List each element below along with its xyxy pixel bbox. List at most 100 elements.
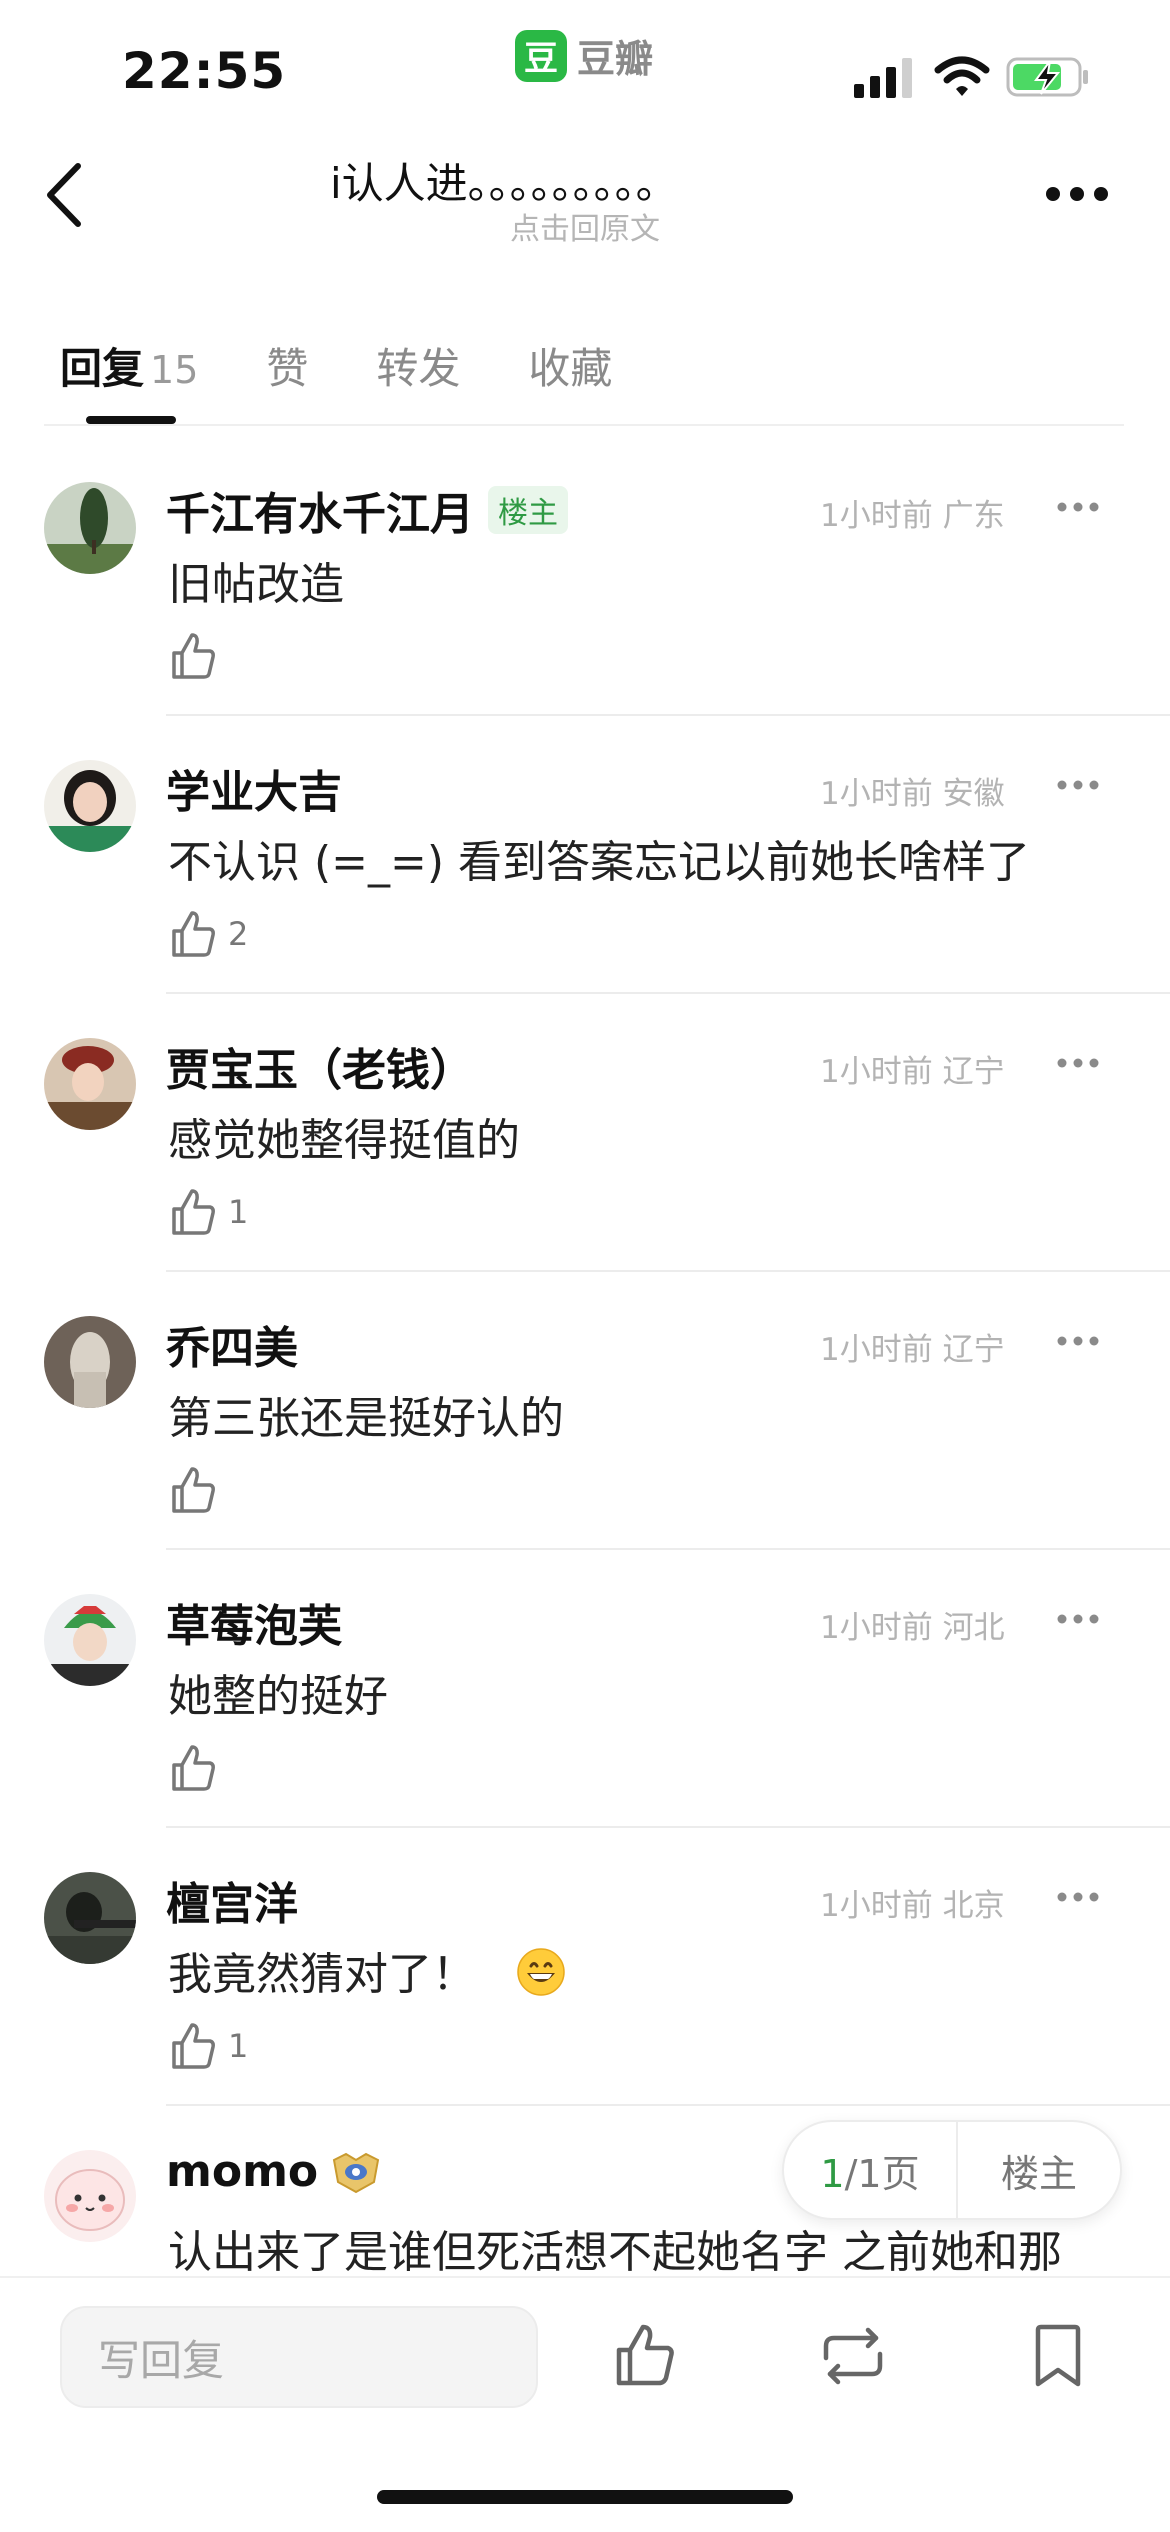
author-name[interactable]: 贾宝玉（老钱） <box>166 1034 474 1098</box>
comment-location: 安徽 <box>942 776 1005 812</box>
comment-location: 河北 <box>942 1610 1005 1646</box>
avatar[interactable] <box>44 1872 136 1964</box>
signal-icon <box>854 58 912 98</box>
avatar[interactable] <box>44 2150 136 2242</box>
like-count: 1 <box>228 2027 249 2065</box>
author-label: 学业大吉 <box>166 767 342 818</box>
like-button[interactable]: 1 <box>170 1186 248 1238</box>
comment-text: 我竟然猜对了！ <box>168 1938 566 2002</box>
thumbs-up-icon <box>172 2023 215 2069</box>
tab-likes[interactable]: 赞 <box>266 335 308 396</box>
total-pages: /1页 <box>844 2151 920 2196</box>
comment-item: 学业大吉 1小时前 安徽 不认识 (=_=) 看到答案忘记以前她长啥样了 2 <box>0 716 1170 994</box>
page-title: i认人进。。。。。。。。。 <box>330 159 678 208</box>
comment-location: 广东 <box>942 498 1005 534</box>
comment-item: 千江有水千江月 楼主 1小时前 广东 旧帖改造 <box>0 438 1170 716</box>
pager: 1/1页 楼主 <box>782 2120 1122 2220</box>
comment-item: 檀宫洋 1小时前 北京 我竟然猜对了！ 1 <box>0 1828 1170 2106</box>
comment-list: 千江有水千江月 楼主 1小时前 广东 旧帖改造 学业大吉 1小时前 安徽 不认识… <box>0 438 1170 2384</box>
comment-location: 北京 <box>942 1888 1005 1924</box>
comment-text-body: 我竟然猜对了！ <box>168 1949 476 2000</box>
comment-text: 旧帖改造 <box>168 559 344 610</box>
like-icon[interactable] <box>614 2322 676 2388</box>
tab-count: 15 <box>150 347 199 392</box>
comment-text: 认出来了是谁但死活想不起她名字 之前她和那 <box>168 2227 1062 2278</box>
thumbs-up-icon <box>172 633 215 679</box>
comment-time: 1小时前 <box>820 1054 933 1090</box>
more-icon[interactable] <box>1056 778 1100 792</box>
comment-time: 1小时前 <box>820 1610 933 1646</box>
author-name[interactable]: 乔四美 <box>166 1312 298 1376</box>
avatar[interactable] <box>44 1038 136 1130</box>
more-icon[interactable] <box>1056 1056 1100 1070</box>
more-icon[interactable] <box>1056 1334 1100 1348</box>
author-label: 贾宝玉（老钱） <box>166 1045 474 1096</box>
repost-icon[interactable] <box>818 2326 888 2386</box>
author-label: momo <box>166 2146 319 2197</box>
bookmark-icon[interactable] <box>1030 2324 1086 2388</box>
comment-meta: 1小时前 安徽 <box>820 768 1005 813</box>
author-name[interactable]: 草莓泡芙 <box>166 1590 342 1654</box>
comment-time: 1小时前 <box>820 498 933 534</box>
comment-text: 感觉她整得挺值的 <box>168 1115 520 1166</box>
comment-meta: 1小时前 辽宁 <box>820 1046 1005 1091</box>
more-icon[interactable] <box>1044 184 1110 204</box>
page-selector[interactable]: 1/1页 <box>784 2143 956 2198</box>
tab-bar: 回复 15 赞 转发 收藏 <box>60 330 680 400</box>
comment-meta: 1小时前 辽宁 <box>820 1324 1005 1369</box>
author-label: 乔四美 <box>166 1323 298 1374</box>
douban-logo-icon: 豆 <box>515 29 567 82</box>
comment-meta: 1小时前 北京 <box>820 1880 1005 1925</box>
comment-time: 1小时前 <box>820 1888 933 1924</box>
avatar[interactable] <box>44 1594 136 1686</box>
author-name[interactable]: 学业大吉 <box>166 756 342 820</box>
author-label: 千江有水千江月 <box>166 489 474 540</box>
comment-meta: 1小时前 广东 <box>820 490 1005 535</box>
author-label: 檀宫洋 <box>166 1879 298 1930</box>
comment-location: 辽宁 <box>942 1054 1005 1090</box>
comment-item: 草莓泡芙 1小时前 河北 她整的挺好 <box>0 1550 1170 1828</box>
comment-item: 乔四美 1小时前 辽宁 第三张还是挺好认的 <box>0 1272 1170 1550</box>
op-only-button[interactable]: 楼主 <box>958 2143 1120 2198</box>
comment-location: 辽宁 <box>942 1332 1005 1368</box>
thumbs-up-icon <box>172 1189 215 1235</box>
op-badge: 楼主 <box>488 486 568 534</box>
back-to-original-link[interactable]: 点击回原文 <box>0 204 1170 248</box>
tab-replies[interactable]: 回复 15 <box>60 335 198 396</box>
like-button[interactable] <box>170 630 228 682</box>
status-bar: 22:55 豆 豆瓣 <box>0 0 1170 130</box>
thumbs-up-icon <box>172 1467 215 1513</box>
app-name: 豆瓣 <box>577 37 654 81</box>
more-icon[interactable] <box>1056 1890 1100 1904</box>
reply-input[interactable]: 写回复 <box>60 2306 538 2408</box>
status-time: 22:55 <box>122 42 287 100</box>
tab-favorites[interactable]: 收藏 <box>528 335 612 396</box>
author-name[interactable]: 千江有水千江月 楼主 <box>166 478 568 542</box>
tab-indicator <box>86 416 176 424</box>
like-button[interactable]: 1 <box>170 2020 248 2072</box>
like-button[interactable] <box>170 1742 228 1794</box>
tab-reposts[interactable]: 转发 <box>376 335 460 396</box>
comment-time: 1小时前 <box>820 1332 933 1368</box>
author-name[interactable]: 檀宫洋 <box>166 1868 298 1932</box>
like-count: 2 <box>228 915 249 953</box>
comment-item: 贾宝玉（老钱） 1小时前 辽宁 感觉她整得挺值的 1 <box>0 994 1170 1272</box>
like-button[interactable]: 2 <box>170 908 248 960</box>
more-icon[interactable] <box>1056 500 1100 514</box>
comment-time: 1小时前 <box>820 776 933 812</box>
tab-label: 回复 <box>60 343 145 393</box>
vip-badge-icon <box>333 2152 380 2193</box>
thumbs-up-icon <box>172 1745 215 1791</box>
bottom-bar: 写回复 <box>0 2276 1170 2532</box>
battery-charging-icon <box>1006 57 1088 97</box>
avatar[interactable] <box>44 1316 136 1408</box>
avatar[interactable] <box>44 482 136 574</box>
avatar[interactable] <box>44 760 136 852</box>
like-button[interactable] <box>170 1464 228 1516</box>
like-count: 1 <box>228 1193 249 1231</box>
author-name[interactable]: momo <box>166 2146 382 2197</box>
more-icon[interactable] <box>1056 1612 1100 1626</box>
divider <box>44 424 1124 426</box>
author-label: 草莓泡芙 <box>166 1601 342 1652</box>
comment-text: 不认识 (=_=) 看到答案忘记以前她长啥样了 <box>168 837 1031 888</box>
